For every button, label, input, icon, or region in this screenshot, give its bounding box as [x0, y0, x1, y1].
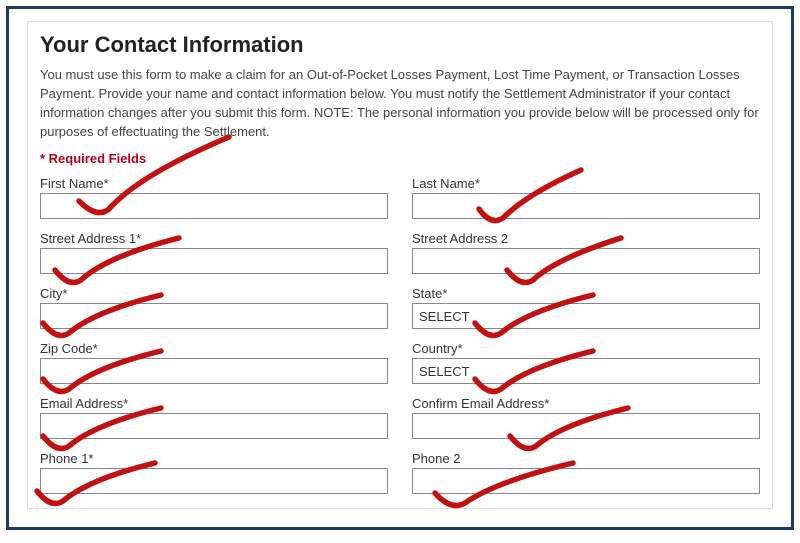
label-city: City* [40, 286, 388, 301]
field-last-name: Last Name* [412, 176, 760, 219]
field-street1: Street Address 1* [40, 231, 388, 274]
field-phone1: Phone 1* [40, 451, 388, 494]
fields-grid: First Name* Last Name* Street Address 1*… [40, 176, 760, 494]
field-zip: Zip Code* [40, 341, 388, 384]
label-email: Email Address* [40, 396, 388, 411]
label-zip: Zip Code* [40, 341, 388, 356]
input-street1[interactable] [40, 248, 388, 274]
label-street1: Street Address 1* [40, 231, 388, 246]
form-frame: Your Contact Information You must use th… [6, 6, 794, 530]
field-first-name: First Name* [40, 176, 388, 219]
label-phone2: Phone 2 [412, 451, 760, 466]
input-phone2[interactable] [412, 468, 760, 494]
label-phone1: Phone 1* [40, 451, 388, 466]
input-confirm-email[interactable] [412, 413, 760, 439]
required-note: * Required Fields [40, 151, 760, 166]
input-street2[interactable] [412, 248, 760, 274]
form-title: Your Contact Information [40, 32, 760, 58]
select-state[interactable] [412, 303, 760, 329]
field-phone2: Phone 2 [412, 451, 760, 494]
select-country[interactable] [412, 358, 760, 384]
input-city[interactable] [40, 303, 388, 329]
field-email: Email Address* [40, 396, 388, 439]
field-city: City* [40, 286, 388, 329]
form-panel: Your Contact Information You must use th… [27, 21, 773, 509]
label-last-name: Last Name* [412, 176, 760, 191]
field-confirm-email: Confirm Email Address* [412, 396, 760, 439]
input-phone1[interactable] [40, 468, 388, 494]
label-country: Country* [412, 341, 760, 356]
input-email[interactable] [40, 413, 388, 439]
input-first-name[interactable] [40, 193, 388, 219]
label-confirm-email: Confirm Email Address* [412, 396, 760, 411]
label-street2: Street Address 2 [412, 231, 760, 246]
field-state: State* [412, 286, 760, 329]
field-street2: Street Address 2 [412, 231, 760, 274]
input-last-name[interactable] [412, 193, 760, 219]
input-zip[interactable] [40, 358, 388, 384]
form-intro: You must use this form to make a claim f… [40, 66, 760, 141]
field-country: Country* [412, 341, 760, 384]
label-state: State* [412, 286, 760, 301]
label-first-name: First Name* [40, 176, 388, 191]
